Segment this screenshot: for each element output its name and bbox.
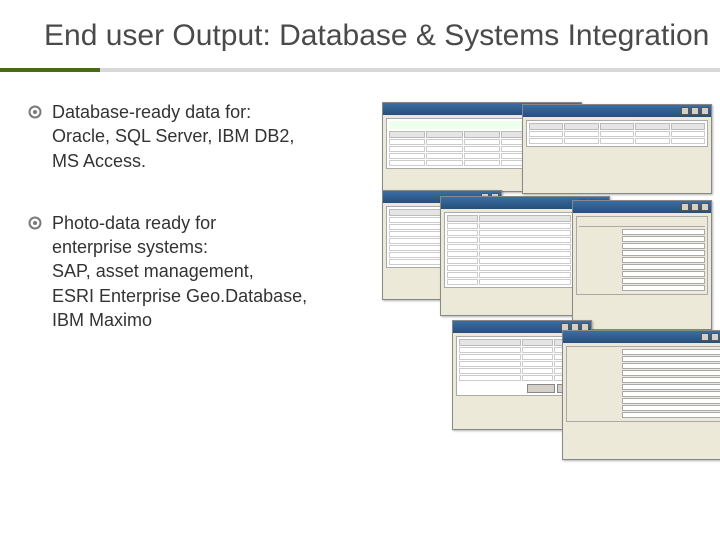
underline-rest xyxy=(100,68,720,72)
underline-accent xyxy=(0,68,100,72)
bullet-dot-icon xyxy=(28,216,42,230)
bullet-text: Database-ready data for: Oracle, SQL Ser… xyxy=(52,100,294,173)
bullet-list: Database-ready data for: Oracle, SQL Ser… xyxy=(28,100,368,460)
bullet-dot-icon xyxy=(28,105,42,119)
window-form xyxy=(562,330,720,460)
bullet-item: Database-ready data for: Oracle, SQL Ser… xyxy=(28,100,368,173)
bullet-text: Photo-data ready for enterprise systems:… xyxy=(52,211,307,332)
window-order-details xyxy=(522,104,712,194)
window-properties-panel xyxy=(572,200,712,330)
slide-body: Database-ready data for: Oracle, SQL Ser… xyxy=(0,72,720,460)
slide-title: End user Output: Database & Systems Inte… xyxy=(0,0,720,54)
title-underline xyxy=(0,68,720,72)
bullet-item: Photo-data ready for enterprise systems:… xyxy=(28,211,368,332)
screenshot-collage xyxy=(382,100,700,460)
